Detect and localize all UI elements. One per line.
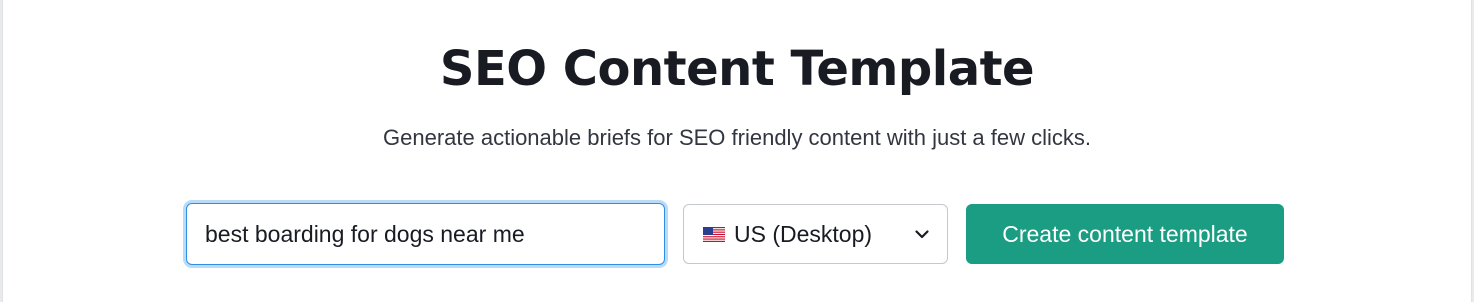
database-select-label: US (Desktop) [734,220,873,247]
page-subtitle: Generate actionable briefs for SEO frien… [383,125,1091,150]
page-title: SEO Content Template [439,41,1035,97]
chevron-down-icon [915,230,929,239]
us-flag-icon [703,226,725,242]
database-select[interactable]: US (Desktop) [683,204,948,264]
create-content-template-button[interactable]: Create content template [966,204,1284,264]
keyword-input[interactable] [186,203,665,265]
